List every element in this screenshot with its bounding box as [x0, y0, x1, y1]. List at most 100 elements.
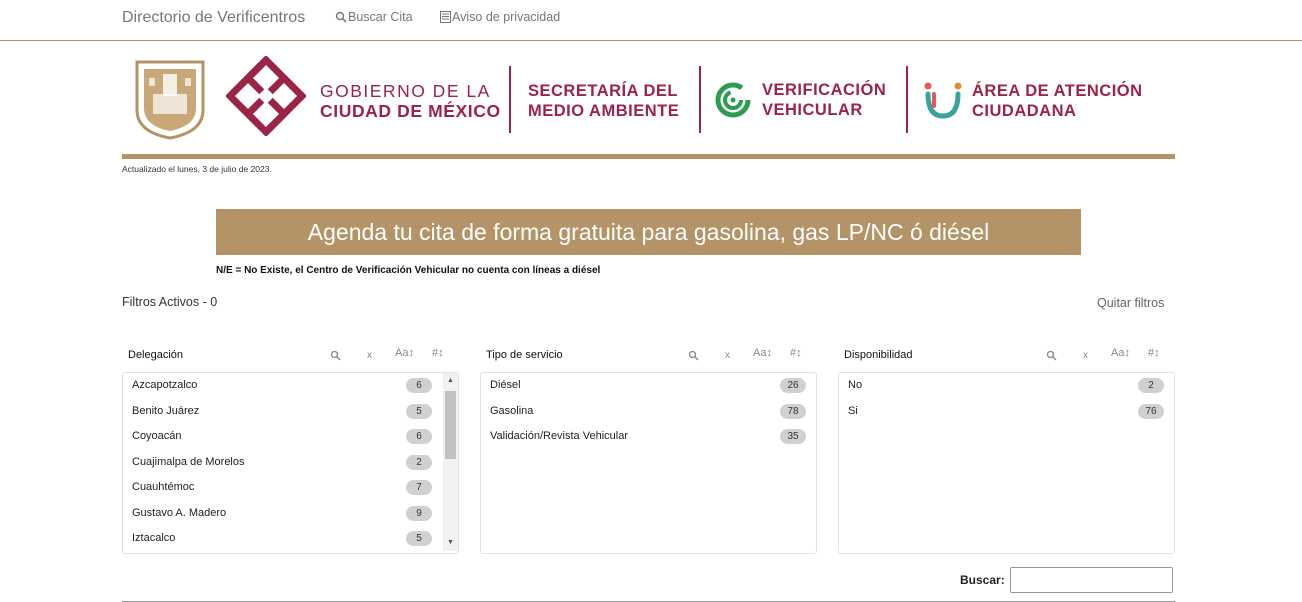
atencion-line2: CIUDADANA	[972, 102, 1077, 120]
filter-panel-tipo-servicio: Tipo de servicio x Aa↕ #↕ Diésel 26 Gasol…	[480, 344, 817, 554]
sedema-line2: MEDIO AMBIENTE	[528, 102, 680, 120]
sort-alpha-glyph: A	[753, 347, 761, 359]
sedema-line1: SECRETARÍA DEL	[528, 82, 679, 100]
list-item[interactable]: No 2	[839, 373, 1164, 398]
search-icon[interactable]	[688, 350, 699, 361]
count-badge: 6	[406, 378, 432, 393]
clear-icon[interactable]: x	[367, 350, 372, 361]
sedema-text: SECRETARÍA DEL MEDIO AMBIENTE	[528, 81, 679, 121]
header-separator	[509, 66, 511, 133]
brand-link[interactable]: Directorio de Verificentros	[122, 9, 305, 27]
gobierno-line2: CIUDAD DE MÉXICO	[320, 101, 501, 121]
search-icon[interactable]	[330, 350, 341, 361]
gobierno-line1: GOBIERNO DE LA	[320, 81, 491, 101]
sort-alpha-icon[interactable]: Aa↕	[753, 347, 772, 359]
list-item[interactable]: Si 76	[839, 399, 1164, 424]
top-nav: Directorio de Verificentros Buscar Cita …	[0, 0, 1302, 41]
list-item[interactable]: Gasolina 78	[481, 399, 806, 424]
item-label: No	[848, 379, 863, 391]
header-separator	[906, 66, 908, 133]
privacy-link[interactable]: Aviso de privacidad	[440, 10, 560, 24]
verificacion-spiral-logo	[715, 82, 751, 118]
search-icon[interactable]	[1046, 350, 1057, 361]
atencion-text: ÁREA DE ATENCIÓN CIUDADANA	[972, 81, 1143, 121]
item-label: Azcapotzalco	[132, 379, 198, 391]
scrollbar[interactable]: ▲ ▼	[443, 373, 458, 551]
sort-count-icon[interactable]: #↕	[432, 347, 444, 359]
list-item[interactable]: Benito Juárez 5	[123, 399, 441, 424]
sort-alpha-icon[interactable]: Aa↕	[395, 347, 414, 359]
list-item[interactable]: Cuajimalpa de Morelos 2	[123, 450, 441, 475]
sort-count-icon[interactable]: #↕	[1148, 347, 1160, 359]
appointment-banner: Agenda tu cita de forma gratuita para ga…	[216, 209, 1081, 255]
count-badge: 76	[1138, 403, 1164, 419]
count-badge: 2	[1138, 378, 1164, 393]
panel-list[interactable]: No 2 Si 76	[838, 372, 1175, 554]
atencion-ciudadana-logo	[924, 82, 962, 119]
list-item[interactable]: Coyoacán 6	[123, 424, 441, 449]
sort-alpha-icon[interactable]: Aa↕	[1111, 347, 1130, 359]
diesel-note: N/E = No Existe, el Centro de Verificaci…	[216, 265, 601, 276]
item-label: Iztacalco	[132, 532, 176, 544]
count-badge: 6	[406, 429, 432, 444]
count-badge: 35	[780, 429, 806, 444]
panel-title: Delegación	[128, 349, 184, 361]
count-badge: 26	[780, 378, 806, 393]
count-badge: 9	[406, 505, 432, 521]
item-label: Si	[848, 404, 858, 417]
panel-list[interactable]: Diésel 26 Gasolina 78 Validación/Revista V…	[480, 372, 817, 554]
count-badge: 5	[406, 403, 432, 419]
item-label: Gustavo A. Madero	[132, 506, 227, 519]
panel-header: Delegación x Aa↕ #↕	[122, 344, 459, 370]
sort-count-glyph: #	[432, 347, 439, 359]
scrollbar-thumb[interactable]	[445, 391, 456, 459]
last-updated-text: Actualizado el lunes, 3 de julio de 2023…	[122, 164, 272, 174]
count-badge: 2	[406, 454, 432, 470]
sort-count-icon[interactable]: #↕	[790, 347, 802, 359]
count-badge: 78	[780, 403, 806, 419]
list-item[interactable]: Azcapotzalco 6	[123, 373, 441, 398]
panel-header: Disponibilidad x Aa↕ #↕	[838, 344, 1175, 370]
count-badge: 5	[406, 531, 432, 546]
clear-icon[interactable]: x	[1083, 350, 1088, 361]
list-item[interactable]: Cuauhtémoc 7	[123, 475, 441, 500]
header-separator	[699, 66, 701, 133]
panel-header: Tipo de servicio x Aa↕ #↕	[480, 344, 817, 370]
panel-title: Tipo de servicio	[486, 349, 563, 361]
item-label: Cuauhtémoc	[132, 481, 195, 493]
cdmx-shield-logo	[135, 60, 205, 140]
sort-count-glyph: #	[790, 347, 797, 359]
gobierno-text: GOBIERNO DE LA CIUDAD DE MÉXICO	[320, 81, 501, 121]
search-label: Buscar:	[960, 573, 1005, 587]
item-label: Benito Juárez	[132, 404, 200, 417]
item-label: Diésel	[490, 379, 521, 391]
list-item[interactable]: Diésel 26	[481, 373, 806, 398]
item-label: Validación/Revista Vehicular	[490, 430, 628, 442]
clear-filters-link[interactable]: Quitar filtros	[1097, 296, 1164, 310]
gobierno-cdmx-logo	[226, 56, 306, 136]
privacy-label: Aviso de privacidad	[452, 10, 561, 24]
sort-count-glyph: #	[1148, 347, 1155, 359]
verificacion-line1: VERIFICACIÓN	[762, 81, 887, 99]
sort-alpha-glyph: A	[1111, 347, 1119, 359]
panel-list[interactable]: Azcapotzalco 6 Benito Juárez 5 Coyoacán 6 C…	[122, 372, 459, 554]
scroll-down-arrow-icon[interactable]: ▼	[446, 539, 455, 546]
search-appointment-link[interactable]: Buscar Cita	[335, 10, 413, 24]
atencion-line1: ÁREA DE ATENCIÓN	[972, 82, 1143, 100]
verificacion-text: VERIFICACIÓN VEHICULAR	[762, 80, 886, 120]
header-gold-divider	[122, 154, 1175, 159]
list-item[interactable]: Validación/Revista Vehicular 35	[481, 424, 806, 449]
item-label: Cuajimalpa de Morelos	[132, 455, 245, 468]
search-input[interactable]	[1010, 567, 1173, 593]
filter-panel-disponibilidad: Disponibilidad x Aa↕ #↕ No 2 Si 76	[838, 344, 1175, 554]
item-label: Gasolina	[490, 404, 534, 417]
item-label: Coyoacán	[132, 430, 182, 442]
verificacion-line2: VEHICULAR	[762, 101, 863, 119]
list-item[interactable]: Iztacalco 5	[123, 526, 441, 551]
list-item[interactable]: Gustavo A. Madero 9	[123, 501, 441, 526]
panel-title: Disponibilidad	[844, 349, 913, 361]
clear-icon[interactable]: x	[725, 350, 730, 361]
scroll-up-arrow-icon[interactable]: ▲	[446, 377, 455, 384]
count-badge: 7	[406, 480, 432, 495]
header-logos: GOBIERNO DE LA CIUDAD DE MÉXICO SECRETAR…	[122, 54, 1175, 154]
